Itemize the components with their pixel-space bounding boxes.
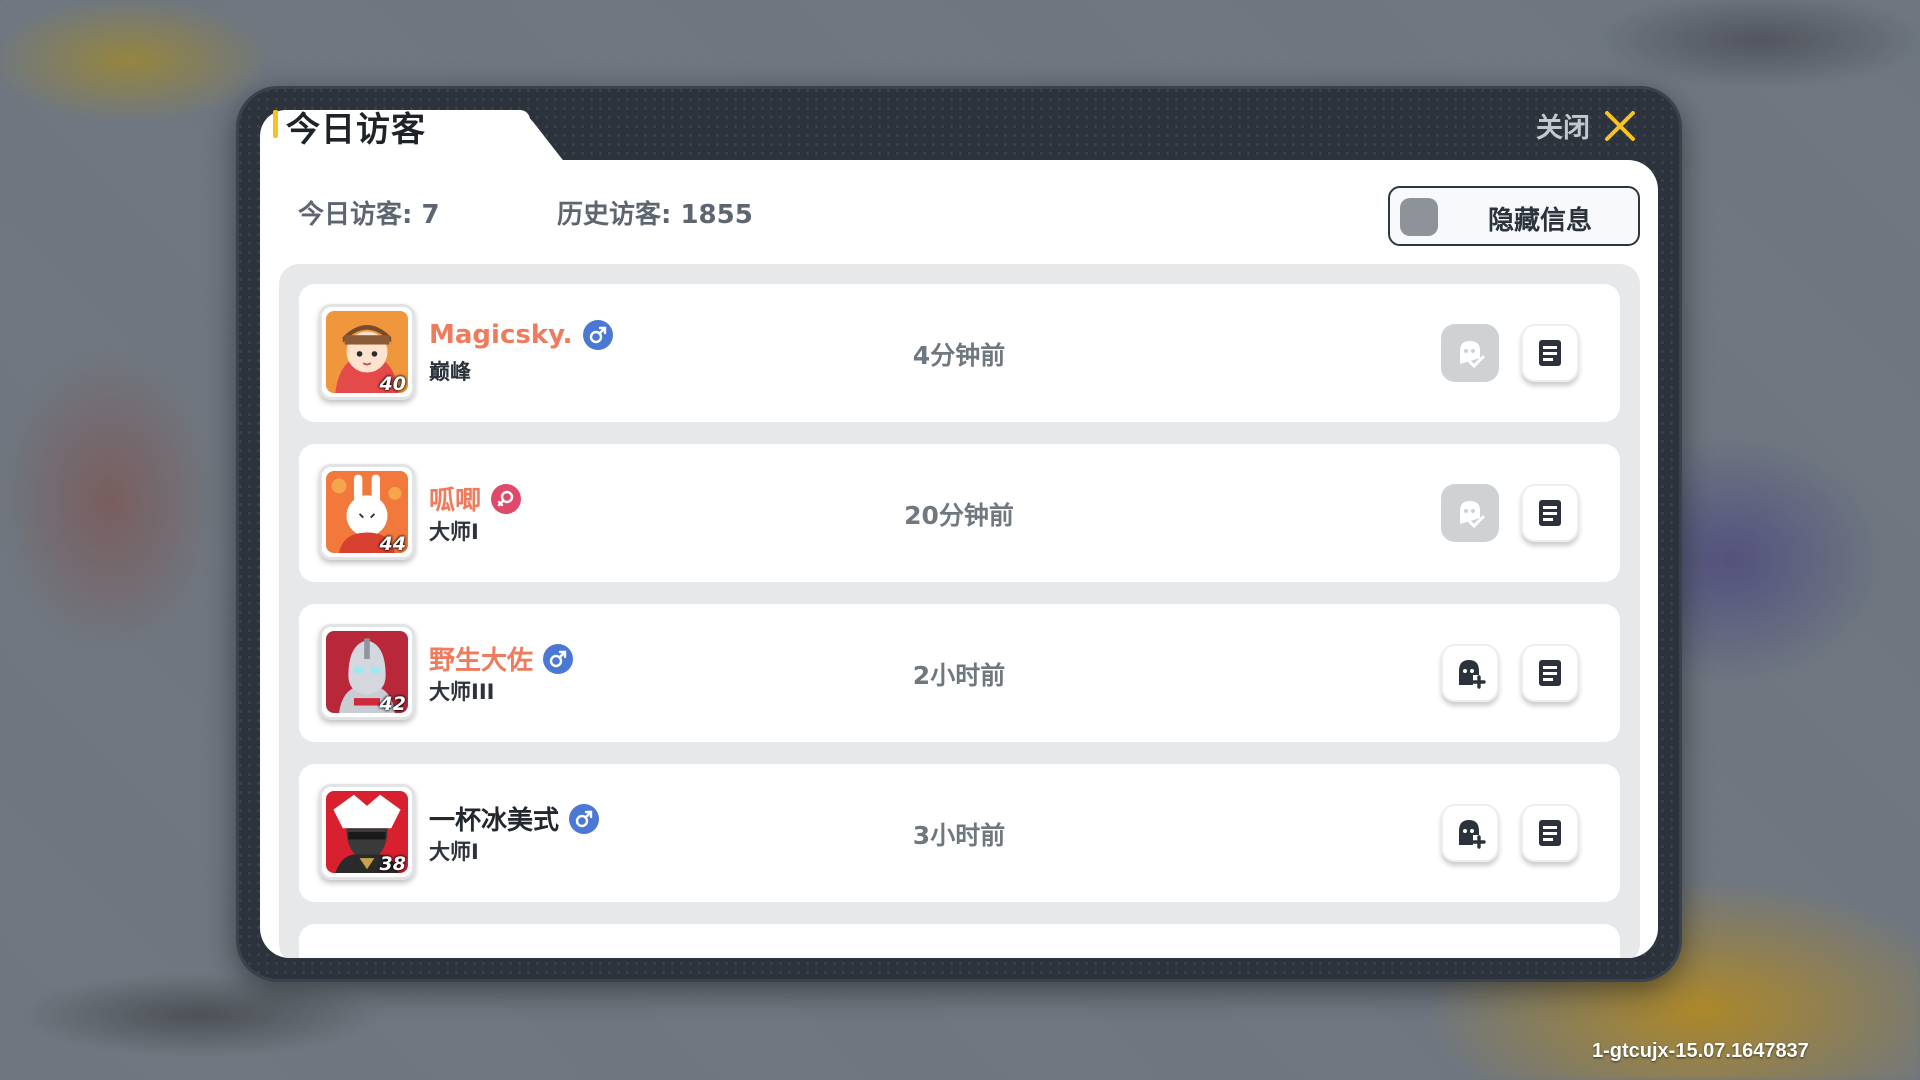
hide-info-label: 隐藏信息: [1488, 206, 1593, 236]
record-icon: [1539, 660, 1561, 686]
friend-added-button[interactable]: [1441, 484, 1499, 542]
visitor-name: Magicsky.: [429, 320, 573, 350]
battle-record-button[interactable]: [1521, 324, 1579, 382]
level-badge: 44: [379, 533, 406, 555]
visitor-card-partial: [299, 924, 1620, 958]
visitor-name: 呱唧: [429, 486, 482, 516]
visitor-name: 野生大佐: [429, 646, 534, 676]
version-label: 1-gtcujx-15.07.1647837: [1592, 1040, 1809, 1062]
content-panel: 今日访客: 7 历史访客: 1855 隐藏信息 40 Magicsky. 巅峰 …: [260, 160, 1658, 958]
add-friend-icon: [1459, 820, 1486, 849]
visitor-card: 42 野生大佐 大师III 2小时前: [299, 604, 1620, 742]
visitor-card: 40 Magicsky. 巅峰 4分钟前: [299, 284, 1620, 422]
visit-time: 3小时前: [912, 821, 1006, 850]
friend-added-button[interactable]: [1441, 324, 1499, 382]
avatar[interactable]: 40: [319, 304, 415, 400]
visitors-dialog: 今日访客 关闭 今日访客: 7 历史访客: 1855 隐藏信息 40 Magic…: [236, 86, 1682, 982]
visitor-name: 一杯冰美式: [429, 806, 560, 836]
add-friend-icon: [1459, 660, 1486, 689]
level-badge: 42: [379, 693, 406, 715]
battle-record-button[interactable]: [1521, 804, 1579, 862]
friend-added-icon: [1460, 341, 1485, 369]
visitor-card: 38 一杯冰美式 大师I 3小时前: [299, 764, 1620, 902]
close-label: 关闭: [1536, 113, 1590, 144]
hide-info-toggle[interactable]: 隐藏信息: [1388, 186, 1640, 246]
male-icon: [582, 320, 613, 350]
close-icon: [1605, 110, 1635, 141]
tab-accent-bar: [273, 110, 278, 138]
visitor-rank: 巅峰: [429, 360, 471, 384]
add-friend-button[interactable]: [1441, 804, 1499, 862]
today-visitor-count: 今日访客: 7: [298, 200, 440, 230]
visit-time: 4分钟前: [912, 341, 1006, 370]
avatar[interactable]: 38: [319, 784, 415, 880]
male-icon: [543, 643, 574, 674]
battle-record-button[interactable]: [1521, 484, 1579, 542]
visitor-rank: 大师I: [429, 520, 479, 544]
record-icon: [1539, 820, 1561, 846]
avatar[interactable]: 42: [319, 624, 415, 720]
visitor-card: 44 呱唧 大师I 20分钟前: [299, 444, 1620, 582]
record-icon: [1539, 340, 1561, 366]
toggle-knob: [1400, 198, 1438, 236]
visitor-list[interactable]: 40 Magicsky. 巅峰 4分钟前 44 呱唧 大师I 20分钟前 42 …: [279, 264, 1640, 958]
visit-time: 2小时前: [912, 661, 1006, 690]
record-icon: [1539, 500, 1561, 526]
friend-added-icon: [1460, 501, 1485, 529]
visitor-rank: 大师III: [429, 680, 495, 704]
male-icon: [569, 803, 600, 834]
history-visitor-count: 历史访客: 1855: [557, 200, 753, 230]
level-badge: 40: [379, 373, 406, 395]
battle-record-button[interactable]: [1521, 644, 1579, 702]
avatar[interactable]: 44: [319, 464, 415, 560]
visitor-rank: 大师I: [429, 840, 479, 864]
female-icon: [491, 483, 522, 514]
level-badge: 38: [379, 853, 406, 875]
close-button[interactable]: 关闭: [1536, 106, 1638, 145]
visit-time: 20分钟前: [904, 501, 1014, 530]
dialog-title: 今日访客: [286, 110, 426, 150]
add-friend-button[interactable]: [1441, 644, 1499, 702]
